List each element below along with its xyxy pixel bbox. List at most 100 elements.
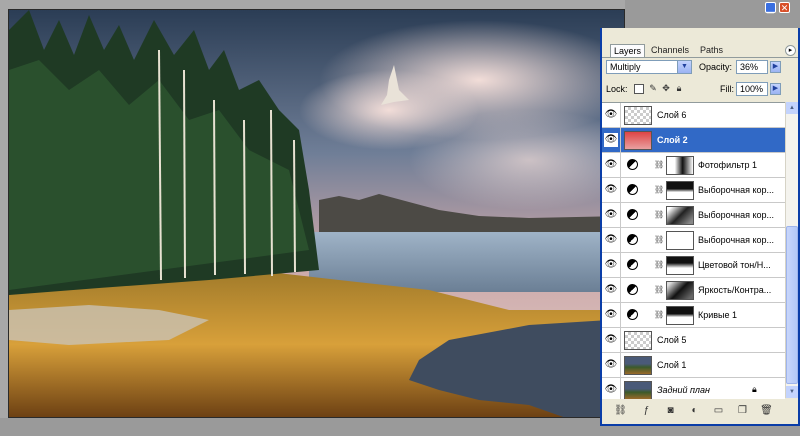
scroll-thumb[interactable] — [786, 226, 798, 384]
document-canvas[interactable] — [0, 0, 625, 418]
blend-mode-select[interactable]: Multiply ▼ — [606, 60, 692, 74]
layer-name: Выборочная кор... — [698, 185, 775, 195]
panel-menu-icon[interactable]: ▸ — [785, 45, 796, 56]
chain-link-icon[interactable]: ⛓︎ — [654, 209, 664, 221]
layer-row[interactable]: 👁︎ ⛓︎ Фотофильтр 1 — [602, 153, 785, 178]
chain-link-icon[interactable]: ⛓︎ — [654, 309, 664, 321]
visibility-column: 👁︎ — [602, 303, 621, 327]
layer-mask-thumbnail — [666, 156, 694, 175]
fill-arrow-icon[interactable]: ▶ — [770, 83, 781, 95]
layer-row[interactable]: 👁︎ ⛓︎ Цветовой тон/Н... — [602, 253, 785, 278]
eye-icon[interactable]: 👁︎ — [604, 358, 618, 372]
layer-name: Слой 2 — [657, 135, 688, 145]
visibility-column: 👁︎ — [602, 328, 621, 352]
layer-thumbnail — [624, 131, 652, 150]
layer-name: Цветовой тон/Н... — [698, 260, 771, 270]
layer-row[interactable]: 👁︎ Слой 2 — [602, 128, 785, 153]
layer-row[interactable]: 👁︎ ⛓︎ Выборочная кор... — [602, 228, 785, 253]
layer-list[interactable]: 👁︎ Слой 6 👁︎ Слой 2 👁︎ ⛓︎ Фотофильтр 1 👁… — [602, 102, 785, 399]
layer-mask-thumbnail — [666, 206, 694, 225]
layer-thumbnail — [624, 381, 652, 399]
visibility-column: 👁︎ — [602, 128, 621, 152]
landscape-photo[interactable] — [8, 9, 625, 418]
opacity-arrow-icon[interactable]: ▶ — [770, 61, 781, 73]
eye-icon[interactable]: 👁︎ — [604, 108, 618, 122]
panel-bottom-toolbar: ⛓︎ ƒ ◙ ◐ ▭ ❐ 🗑︎ — [602, 400, 798, 422]
lock-pixels-icon[interactable]: ✎ — [648, 83, 658, 93]
eye-icon[interactable]: 👁︎ — [604, 183, 618, 197]
lock-transparency-icon[interactable] — [634, 84, 644, 94]
chain-link-icon[interactable]: ⛓︎ — [654, 234, 664, 246]
trash-icon[interactable]: 🗑︎ — [760, 404, 773, 417]
layer-name: Выборочная кор... — [698, 210, 775, 220]
fill-label: Fill: — [720, 84, 734, 94]
layer-row[interactable]: 👁︎ ⛓︎ Кривые 1 — [602, 303, 785, 328]
layer-style-icon[interactable]: ƒ — [640, 404, 653, 417]
scroll-up-icon[interactable]: ▲ — [786, 102, 798, 114]
eye-icon[interactable]: 👁︎ — [604, 333, 618, 347]
layer-row[interactable]: 👁︎ ⛓︎ Выборочная кор... — [602, 203, 785, 228]
new-adjustment-icon[interactable]: ◐ — [688, 404, 701, 417]
layer-mask-thumbnail — [666, 256, 694, 275]
visibility-column: 👁︎ — [602, 153, 621, 177]
adjustment-layer-icon — [627, 159, 638, 170]
new-group-icon[interactable]: ▭ — [712, 404, 725, 417]
layer-row[interactable]: 👁︎ Слой 6 — [602, 103, 785, 128]
layer-list-scrollbar[interactable]: ▲ ▼ — [785, 102, 798, 398]
eye-icon[interactable]: 👁︎ — [604, 383, 618, 397]
visibility-column: 👁︎ — [602, 178, 621, 202]
close-icon[interactable]: ✕ — [779, 2, 790, 13]
layer-thumbnail — [624, 331, 652, 350]
tab-paths[interactable]: Paths — [697, 44, 726, 57]
eye-icon[interactable]: 👁︎ — [604, 133, 618, 147]
tab-layers[interactable]: Layers — [610, 44, 646, 57]
visibility-column: 👁︎ — [602, 103, 621, 127]
eye-icon[interactable]: 👁︎ — [604, 258, 618, 272]
layer-row[interactable]: 👁︎ Задний план 🔒︎ — [602, 378, 785, 399]
chain-link-icon[interactable]: ⛓︎ — [654, 259, 664, 271]
visibility-column: 👁︎ — [602, 278, 621, 302]
layer-name: Слой 5 — [657, 335, 687, 345]
layer-name: Задний план — [657, 385, 710, 395]
layer-row[interactable]: 👁︎ Слой 1 — [602, 353, 785, 378]
visibility-column: 👁︎ — [602, 253, 621, 277]
layer-thumbnail — [624, 356, 652, 375]
layer-row[interactable]: 👁︎ ⛓︎ Яркость/Контра... — [602, 278, 785, 303]
visibility-column: 👁︎ — [602, 228, 621, 252]
chevron-down-icon[interactable]: ▼ — [677, 61, 691, 73]
chain-link-icon[interactable]: ⛓︎ — [654, 284, 664, 296]
opacity-label: Opacity: — [699, 62, 733, 72]
fill-input[interactable]: 100% — [736, 82, 768, 96]
scroll-down-icon[interactable]: ▼ — [786, 386, 798, 398]
adjustment-layer-icon — [627, 209, 638, 220]
add-mask-icon[interactable]: ◙ — [664, 404, 677, 417]
blend-mode-value: Multiply — [610, 62, 641, 72]
adjustment-layer-icon — [627, 309, 638, 320]
layer-mask-thumbnail — [666, 231, 694, 250]
chain-link-icon[interactable]: ⛓︎ — [654, 159, 664, 171]
tab-channels[interactable]: Channels — [648, 44, 692, 57]
layer-row[interactable]: 👁︎ ⛓︎ Выборочная кор... — [602, 178, 785, 203]
link-layers-icon[interactable]: ⛓︎ — [614, 404, 627, 417]
layer-name: Выборочная кор... — [698, 235, 775, 245]
layer-mask-thumbnail — [666, 281, 694, 300]
eye-icon[interactable]: 👁︎ — [604, 308, 618, 322]
eye-icon[interactable]: 👁︎ — [604, 208, 618, 222]
opacity-input[interactable]: 36% — [736, 60, 768, 74]
layer-name: Слой 6 — [657, 110, 687, 120]
minimize-icon[interactable]: ▁ — [765, 2, 776, 13]
adjustment-layer-icon — [627, 234, 638, 245]
lock-position-icon[interactable]: ✥ — [661, 83, 671, 93]
layers-panel: Layers Channels Paths ▸ Multiply ▼ Opaci… — [600, 28, 800, 426]
adjustment-layer-icon — [627, 184, 638, 195]
layer-name: Слой 1 — [657, 360, 687, 370]
adjustment-layer-icon — [627, 284, 638, 295]
visibility-column: 👁︎ — [602, 203, 621, 227]
eye-icon[interactable]: 👁︎ — [604, 158, 618, 172]
eye-icon[interactable]: 👁︎ — [604, 233, 618, 247]
chain-link-icon[interactable]: ⛓︎ — [654, 184, 664, 196]
lock-all-icon[interactable]: 🔒︎ — [674, 83, 684, 93]
eye-icon[interactable]: 👁︎ — [604, 283, 618, 297]
layer-row[interactable]: 👁︎ Слой 5 — [602, 328, 785, 353]
new-layer-icon[interactable]: ❐ — [736, 404, 749, 417]
